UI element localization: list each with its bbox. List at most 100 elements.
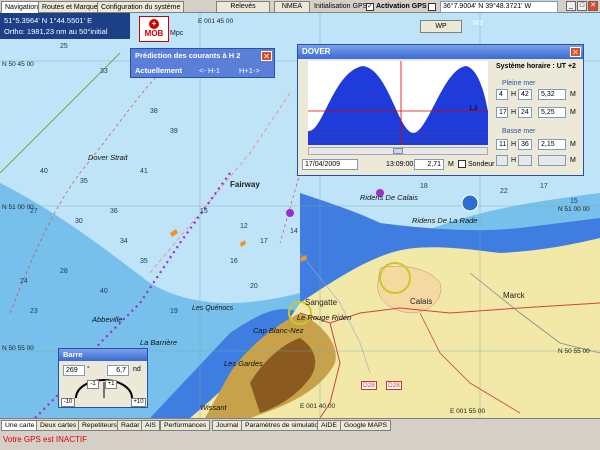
position-readout: 51°5.3964' N 1°44.5501' E Ortho: 1981,23… xyxy=(0,13,130,39)
label-mpc: Mpc xyxy=(170,30,184,37)
svg-text:35: 35 xyxy=(140,258,148,265)
label-cap-blanc: Cap Blanc-Nez xyxy=(253,326,304,335)
svg-text:39: 39 xyxy=(170,128,178,135)
top-toolbar: Navigation Routes et Marques Configurati… xyxy=(0,0,600,13)
high2-v[interactable]: 5,25 xyxy=(538,107,566,118)
svg-text:14: 14 xyxy=(290,228,298,235)
barre-speed-field[interactable]: 6,7 xyxy=(107,365,129,376)
activation-gps-checkbox[interactable]: ✓ xyxy=(366,3,374,11)
high1-t[interactable]: 42 xyxy=(518,89,532,100)
pleine-mer-label: Pleine mer xyxy=(502,80,536,87)
svg-text:23: 23 xyxy=(30,308,38,315)
label-d28b: D28 xyxy=(386,381,402,390)
lat-label-5045: N 50 45 00 xyxy=(2,61,34,68)
low1-t[interactable]: 36 xyxy=(518,139,532,150)
sondeur-checkbox[interactable] xyxy=(458,160,466,168)
tab-routes[interactable]: Routes et Marques xyxy=(38,1,106,13)
svg-text:41: 41 xyxy=(140,168,148,175)
lon-label-top: E 001 45 00 xyxy=(198,18,234,25)
label-wissant: Wissant xyxy=(200,403,227,412)
lifebuoy-icon: + xyxy=(149,19,159,29)
tab-performances[interactable]: Performances xyxy=(160,420,211,431)
tab-config[interactable]: Configuration du système xyxy=(97,1,185,13)
high-tide-row-2: 17 H 24 5,25 M xyxy=(496,107,582,119)
wp-button[interactable]: WP xyxy=(420,20,462,33)
tide-close-icon[interactable]: ✕ xyxy=(570,47,581,57)
tab-aide[interactable]: AIDE xyxy=(317,420,341,431)
svg-text:12: 12 xyxy=(240,223,248,230)
gps-checkbox-2[interactable] xyxy=(428,3,436,11)
label-calais: Calais xyxy=(410,297,433,306)
lat-label-r5055: N 50 55 00 xyxy=(558,348,590,355)
tab-radar[interactable]: Radar xyxy=(117,420,144,431)
svg-text:15: 15 xyxy=(570,198,578,205)
svg-text:24: 24 xyxy=(20,278,28,285)
low2-d[interactable] xyxy=(496,155,508,166)
tide-height-unit: M xyxy=(448,161,454,168)
releves-button[interactable]: Relevés xyxy=(216,1,270,13)
label-quenocs: Les Quénocs xyxy=(192,305,234,312)
barre-plus10-button[interactable]: +10 xyxy=(131,398,146,407)
high1-v[interactable]: 5,32 xyxy=(538,89,566,100)
minimize-button[interactable]: _ xyxy=(566,1,576,11)
low2-v[interactable] xyxy=(538,155,566,166)
tab-deux-cartes[interactable]: Deux cartes xyxy=(36,420,81,431)
label-fairway: Fairway xyxy=(230,180,260,189)
svg-text:20: 20 xyxy=(250,283,258,290)
currents-title: Prédiction des courants à H 2 xyxy=(135,51,241,60)
tab-repetiteurs[interactable]: Repetiteurs xyxy=(78,420,121,431)
low1-u: M xyxy=(570,141,576,148)
low1-v[interactable]: 2,15 xyxy=(538,139,566,150)
mob-button[interactable]: + MOB xyxy=(139,16,169,42)
label-ridens-rade: Ridens De La Rade xyxy=(412,216,478,225)
low2-t[interactable] xyxy=(518,155,532,166)
init-gps-label[interactable]: Initialisation GPS xyxy=(314,3,367,10)
nmea-button[interactable]: NMEA xyxy=(274,1,310,13)
tab-ais[interactable]: AIS xyxy=(141,420,160,431)
tab-navigation[interactable]: Navigation xyxy=(1,1,43,13)
mob-label: MOB xyxy=(144,29,164,38)
high1-u: M xyxy=(570,91,576,98)
position-ortho: Ortho: 1981,23 nm au 50°initial xyxy=(4,27,108,36)
svg-text:25: 25 xyxy=(60,43,68,50)
tide-date-field[interactable]: 17/04/2009 xyxy=(302,159,358,170)
tab-une-carte[interactable]: Une carte xyxy=(1,420,39,431)
tab-google-maps[interactable]: Google MAPS xyxy=(340,420,392,431)
high1-d[interactable]: 4 xyxy=(496,89,508,100)
lat-label-5100: N 51 00 00 xyxy=(2,204,34,211)
barre-minus1-button[interactable]: -1 xyxy=(87,380,99,389)
svg-text:18: 18 xyxy=(420,183,428,190)
currents-close-icon[interactable]: ✕ xyxy=(261,51,272,61)
currents-next-button[interactable]: H+1-> xyxy=(239,66,260,75)
sondeur-label: Sondeur xyxy=(468,161,495,168)
barre-panel: Barre 269 ° 6,7 nd -1 +1 -10 +10 xyxy=(58,348,148,408)
svg-text:33: 33 xyxy=(100,68,108,75)
tide-time: 13:09:00 xyxy=(386,161,414,168)
barre-title: Barre xyxy=(63,350,83,359)
barre-unit: nd xyxy=(133,366,141,373)
lon-label-bottom-2: E 001 55 00 xyxy=(450,408,486,415)
low2-u: M xyxy=(570,157,576,164)
tab-parametres[interactable]: Paramètres de simulation xyxy=(241,420,327,431)
close-app-button[interactable]: ✕ xyxy=(588,1,598,11)
tide-time-scrollbar[interactable] xyxy=(308,147,488,155)
currents-now-button[interactable]: Actuellement xyxy=(135,66,182,75)
label-rouge-riden: Le Rouge Riden xyxy=(297,313,352,322)
currents-prev-button[interactable]: <- H-1 xyxy=(199,66,220,75)
tab-journal[interactable]: Journal xyxy=(212,420,243,431)
tide-height-field[interactable]: 2,71 xyxy=(414,159,444,170)
high2-d[interactable]: 17 xyxy=(496,107,508,118)
lat-label-r5100: N 51 00 00 xyxy=(558,206,590,213)
barre-heading-field[interactable]: 269 xyxy=(63,365,85,376)
svg-text:36: 36 xyxy=(110,208,118,215)
low1-d[interactable]: 11 xyxy=(496,139,508,150)
svg-text:15: 15 xyxy=(200,208,208,215)
barre-plus1-button[interactable]: +1 xyxy=(105,380,117,389)
low1-h: H xyxy=(511,141,517,148)
tide-window: DOVER ✕ 1,3 17/04/2009 13:09:00 2,71 M S… xyxy=(297,44,584,176)
basse-mer-label: Basse mer xyxy=(502,128,536,135)
tide-scroll-thumb[interactable] xyxy=(393,148,403,154)
restore-button[interactable]: □ xyxy=(577,1,587,11)
barre-minus10-button[interactable]: -10 xyxy=(61,398,75,407)
high2-t[interactable]: 24 xyxy=(518,107,532,118)
